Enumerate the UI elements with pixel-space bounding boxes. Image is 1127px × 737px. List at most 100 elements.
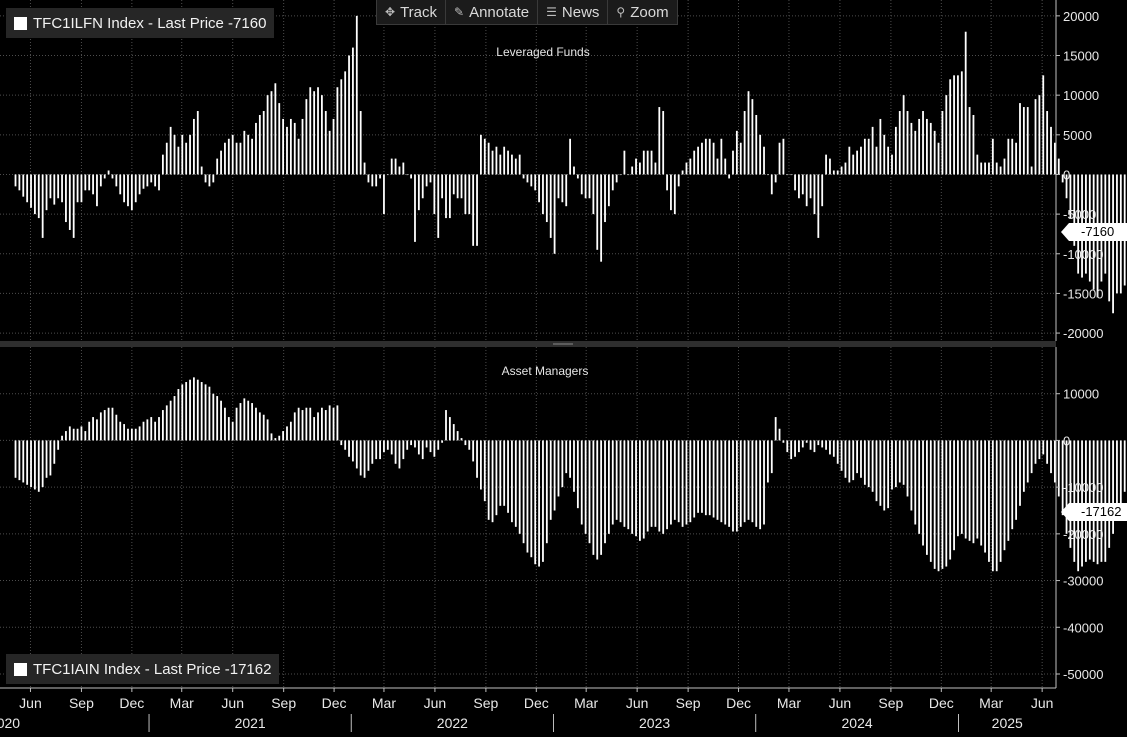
leveraged-funds-bar — [146, 174, 149, 187]
leveraged-funds-bar — [371, 174, 374, 187]
track-button[interactable]: ✥ Track — [377, 0, 447, 24]
asset-managers-bar — [1092, 440, 1095, 562]
leveraged-funds-bar — [386, 174, 389, 176]
asset-managers-bar — [708, 440, 711, 516]
leveraged-funds-bar — [580, 174, 583, 195]
asset-managers-bar — [755, 440, 758, 527]
leveraged-funds-bar — [1057, 158, 1060, 175]
leveraged-funds-bar — [286, 126, 288, 175]
asset-managers-bar — [212, 393, 215, 441]
asset-managers-bar — [161, 410, 164, 441]
leveraged-funds-title: Leveraged Funds — [496, 45, 590, 59]
asset-managers-bar — [53, 440, 56, 464]
leveraged-funds-bar — [739, 142, 742, 175]
asset-managers-bar — [763, 440, 765, 525]
leveraged-funds-bar — [445, 174, 447, 219]
asset-managers-bar — [193, 377, 195, 441]
asset-managers-bar — [1015, 440, 1018, 520]
asset-managers-bar — [949, 440, 952, 560]
leveraged-funds-bar — [774, 174, 777, 183]
asset-managers-bar — [173, 396, 176, 441]
asset-managers-bar — [375, 440, 378, 460]
asset-managers-bar — [1042, 440, 1045, 455]
zoom-button[interactable]: ⚲ Zoom — [608, 0, 676, 24]
asset-managers-bar — [1104, 440, 1107, 562]
asset-managers-bar — [130, 428, 133, 441]
leveraged-funds-y-tick-label: 15000 — [1063, 49, 1099, 64]
leveraged-funds-bar — [879, 118, 882, 175]
asset-managers-bar — [817, 440, 820, 446]
leveraged-funds-bar — [258, 114, 261, 175]
asset-managers-bar — [879, 440, 882, 506]
asset-managers-bar — [813, 440, 816, 453]
asset-managers-bar — [200, 382, 203, 441]
leveraged-funds-bar — [134, 174, 137, 203]
leveraged-funds-bar — [123, 174, 125, 203]
asset-managers-legend[interactable]: TFC1IAIN Index - Last Price -17162 — [6, 654, 280, 684]
leveraged-funds-bar — [247, 134, 250, 175]
asset-managers-bar — [165, 405, 168, 441]
asset-managers-bar — [774, 417, 777, 441]
asset-managers-bar — [794, 440, 796, 457]
news-button[interactable]: ☰ News — [538, 0, 609, 24]
asset-managers-bar — [988, 440, 990, 562]
asset-managers-bar — [1038, 440, 1041, 460]
asset-managers-bar — [646, 440, 649, 532]
x-month-label: Mar — [372, 695, 396, 711]
annotate-button[interactable]: ✎ Annotate — [446, 0, 539, 24]
leveraged-funds-bar — [542, 174, 544, 215]
asset-managers-bar — [662, 440, 665, 534]
asset-managers-bar — [18, 440, 21, 481]
leveraged-funds-bar — [340, 79, 343, 175]
leveraged-funds-bar — [57, 174, 60, 199]
asset-managers-bar — [425, 440, 428, 448]
asset-managers-bar — [728, 440, 731, 527]
leveraged-funds-bar — [495, 146, 498, 175]
leveraged-funds-bar — [394, 158, 397, 175]
leveraged-funds-bar — [282, 118, 285, 175]
leveraged-funds-bar — [417, 174, 420, 211]
leveraged-funds-bar — [204, 174, 207, 183]
asset-managers-bar — [433, 440, 436, 457]
leveraged-funds-bar — [270, 91, 273, 175]
leveraged-funds-bar — [871, 126, 874, 175]
asset-managers-bar — [332, 407, 335, 441]
asset-managers-bar — [914, 440, 917, 525]
asset-managers-bar — [243, 398, 246, 441]
asset-managers-bar — [976, 440, 979, 539]
x-month-label: Jun — [424, 695, 447, 711]
leveraged-funds-bar — [200, 166, 203, 175]
asset-managers-bar — [801, 440, 804, 448]
x-month-label: Sep — [878, 695, 903, 711]
asset-managers-bar — [286, 426, 288, 441]
leveraged-funds-bar — [635, 158, 637, 175]
leveraged-funds-bar — [681, 170, 684, 175]
asset-managers-bar — [751, 440, 754, 523]
leveraged-funds-last-value: -7160 — [1061, 223, 1127, 241]
asset-managers-bar — [887, 440, 890, 509]
asset-managers-bar — [639, 440, 641, 541]
leveraged-funds-bar — [801, 174, 804, 195]
leveraged-funds-bar — [297, 138, 300, 175]
x-month-label: Dec — [929, 695, 954, 711]
asset-managers-bar — [68, 426, 71, 441]
pane-divider[interactable] — [0, 341, 1056, 347]
leveraged-funds-bar — [231, 134, 234, 175]
leveraged-funds-bar — [604, 174, 606, 223]
asset-managers-bar — [448, 417, 451, 441]
asset-managers-bar — [507, 440, 509, 513]
leveraged-funds-bar — [968, 107, 971, 175]
asset-managers-bar — [650, 440, 653, 527]
x-year-label: 2024 — [842, 715, 873, 731]
leveraged-funds-bar — [875, 146, 878, 175]
asset-managers-y-tick-label: 10000 — [1063, 387, 1099, 402]
leveraged-funds-bar — [99, 174, 102, 187]
asset-managers-bar — [394, 440, 397, 464]
leveraged-funds-bar — [712, 142, 715, 175]
leveraged-funds-bar — [576, 174, 579, 179]
leveraged-funds-bar — [693, 150, 696, 175]
leveraged-funds-legend[interactable]: TFC1ILFN Index - Last Price -7160 — [6, 8, 275, 38]
asset-managers-bar — [22, 440, 25, 483]
leveraged-funds-bar — [732, 150, 734, 175]
asset-managers-bar — [759, 440, 762, 530]
